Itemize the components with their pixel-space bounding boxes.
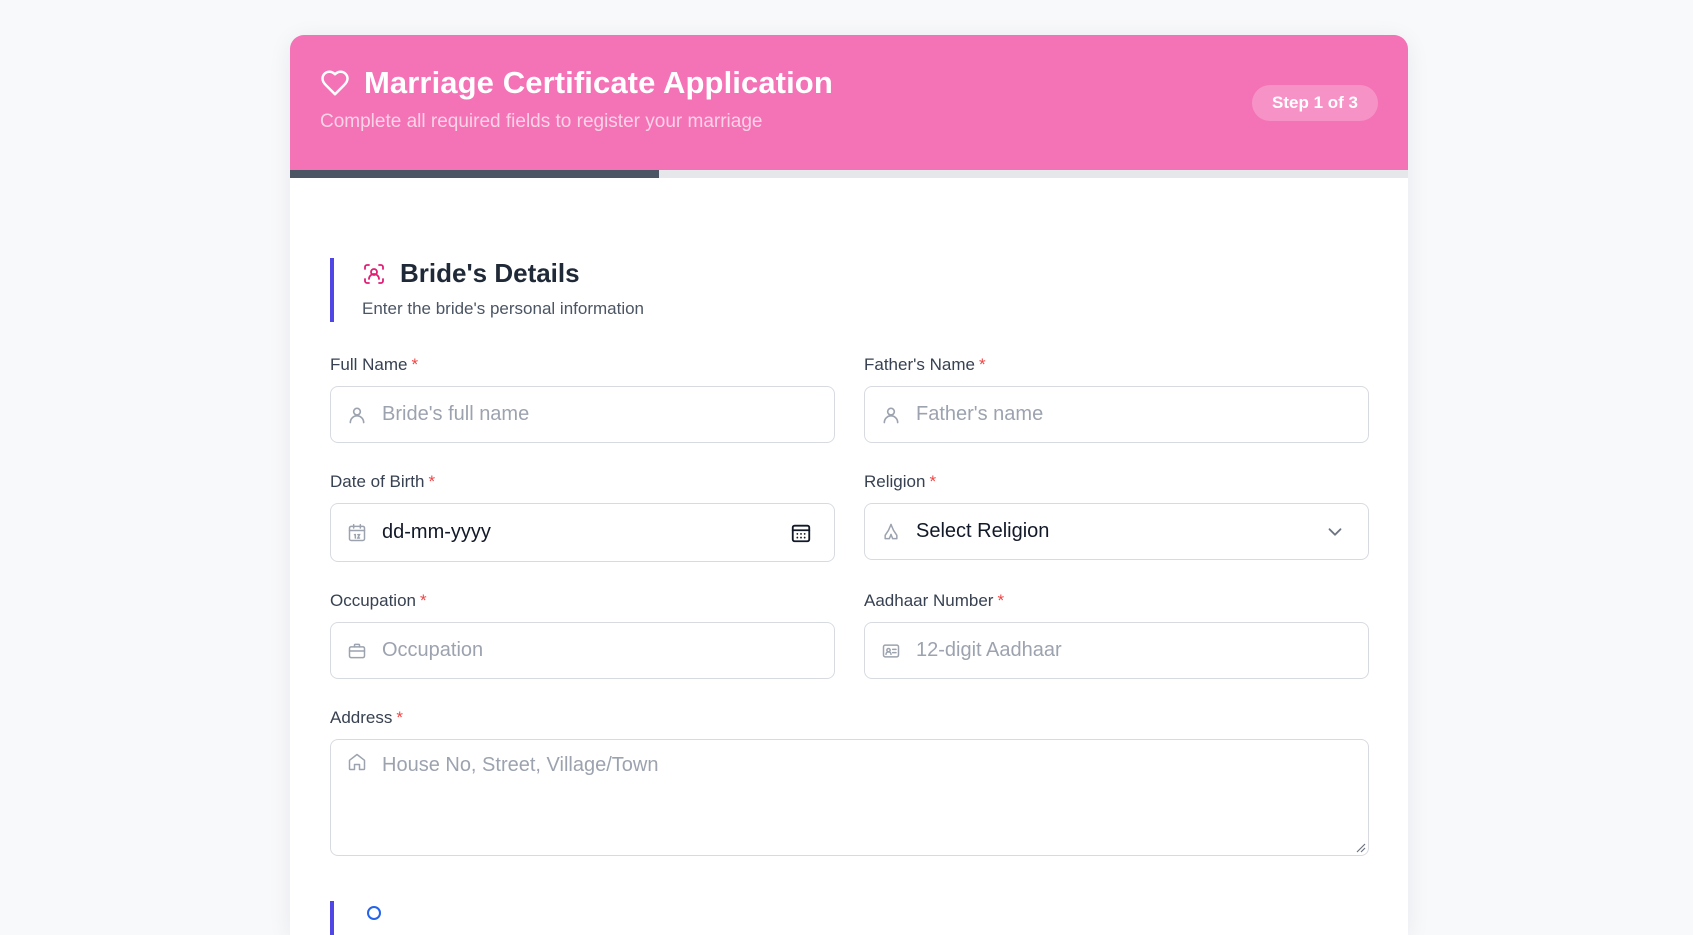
section-subtitle: Enter the bride's personal information	[362, 299, 645, 318]
id-card-icon	[882, 643, 900, 658]
occupation-label: Occupation	[330, 591, 416, 610]
progress-bar-fill	[290, 170, 659, 178]
page-subtitle: Complete all required fields to register…	[320, 111, 763, 132]
section-title: Bride's Details	[400, 258, 580, 288]
required-marker: *	[428, 472, 436, 491]
briefcase-icon	[348, 643, 366, 658]
aadhaar-input[interactable]: 12-digit Aadhaar	[864, 622, 1369, 679]
required-marker: *	[997, 591, 1005, 610]
page-title: Marriage Certificate Application	[364, 65, 833, 100]
user-icon	[349, 407, 365, 423]
occupation-input[interactable]: Occupation	[330, 622, 835, 679]
religion-field: Religion * Select Religion	[864, 472, 1369, 560]
religion-select[interactable]: Select Religion	[864, 503, 1369, 560]
address-textarea[interactable]: House No, Street, Village/Town	[330, 739, 1369, 856]
required-marker: *	[420, 591, 427, 610]
section-header: Bride's Details Enter the bride's person…	[330, 258, 644, 322]
occupation-field: Occupation * Occupation	[330, 591, 835, 679]
full-name-placeholder: Bride's full name	[382, 403, 530, 425]
date-picker-icon[interactable]	[790, 522, 812, 544]
progress-bar	[290, 170, 1408, 178]
full-name-label: Full Name	[330, 355, 408, 374]
heart-icon	[321, 70, 349, 96]
fathers-name-field: Father's Name * Father's name	[864, 355, 1369, 443]
address-label: Address	[330, 708, 393, 727]
required-marker: *	[929, 472, 937, 491]
address-placeholder: House No, Street, Village/Town	[382, 754, 659, 776]
user-scan-icon	[364, 263, 384, 284]
religion-label: Religion	[864, 472, 926, 491]
address-field: Address * House No, Street, Village/Town	[330, 708, 1369, 856]
chevron-down-icon	[1328, 527, 1342, 536]
home-icon	[348, 753, 366, 771]
date-of-birth-label: Date of Birth	[330, 472, 425, 491]
fathers-name-placeholder: Father's name	[916, 403, 1044, 425]
form-header: Marriage Certificate Application Complet…	[290, 35, 1408, 170]
required-marker: *	[411, 355, 419, 374]
next-section-header	[330, 901, 386, 935]
religion-selected-value: Select Religion	[916, 520, 1050, 542]
user-icon	[367, 906, 381, 920]
full-name-input[interactable]: Bride's full name	[330, 386, 835, 443]
required-marker: *	[396, 708, 403, 727]
aadhaar-field: Aadhaar Number * 12-digit Aadhaar	[864, 591, 1369, 679]
application-card: Marriage Certificate Application Complet…	[290, 35, 1408, 935]
date-of-birth-field: Date of Birth * dd-mm-yyyy	[330, 472, 835, 562]
resize-handle-icon[interactable]	[1354, 841, 1366, 853]
date-of-birth-value: dd-mm-yyyy	[382, 521, 491, 543]
date-of-birth-input[interactable]: dd-mm-yyyy	[330, 503, 835, 562]
aadhaar-placeholder: 12-digit Aadhaar	[916, 639, 1062, 661]
occupation-placeholder: Occupation	[382, 639, 484, 661]
calendar-icon	[348, 523, 366, 541]
aadhaar-label: Aadhaar Number	[864, 591, 994, 610]
user-icon	[883, 407, 899, 423]
step-badge: Step 1 of 3	[1252, 85, 1378, 121]
praying-hands-icon	[884, 523, 898, 539]
fathers-name-label: Father's Name	[864, 355, 975, 374]
required-marker: *	[978, 355, 986, 374]
fathers-name-input[interactable]: Father's name	[864, 386, 1369, 443]
full-name-field: Full Name * Bride's full name	[330, 355, 835, 443]
